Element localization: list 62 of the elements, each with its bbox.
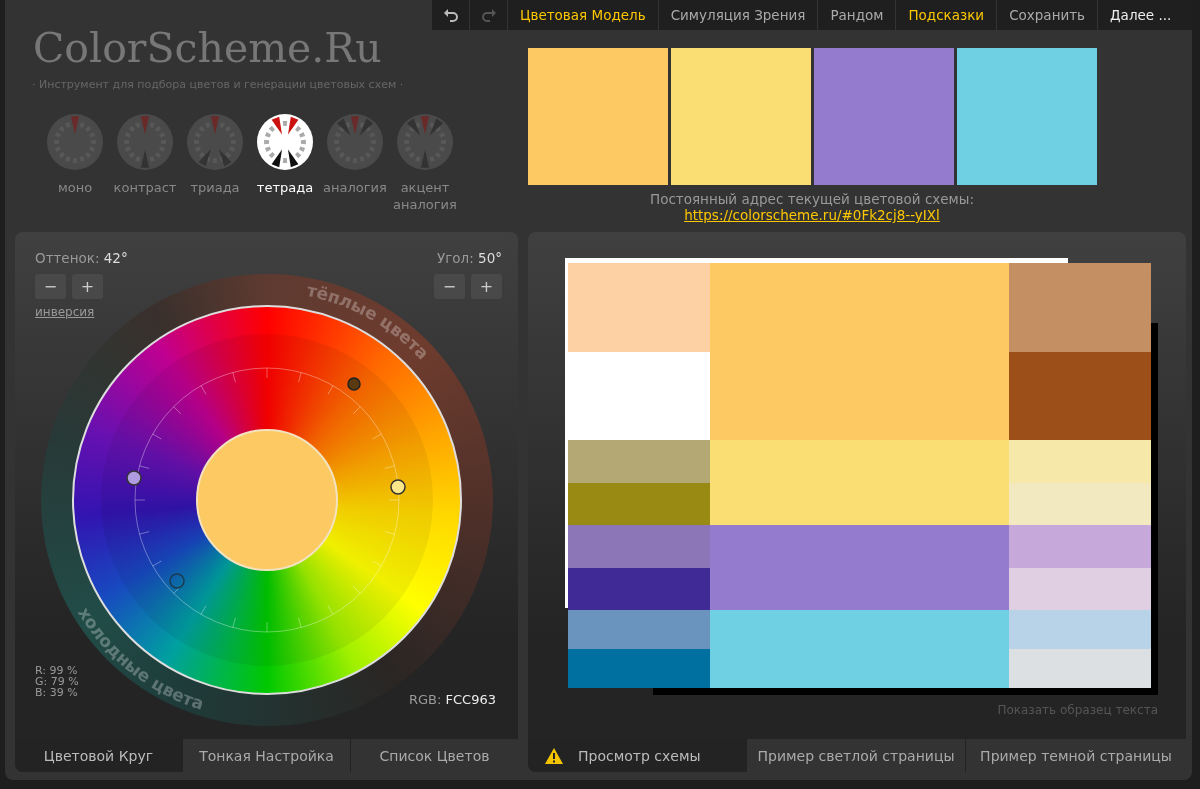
rgb-hex-readout: RGB: FCC963 [409, 692, 496, 707]
permalink-label: Постоянный адрес текущей цветовой схемы: [650, 191, 974, 207]
color-cell[interactable] [568, 351, 710, 440]
menu-item[interactable]: Подсказки [896, 0, 998, 30]
color-cell[interactable] [568, 567, 710, 610]
color-wheel-icon [396, 113, 454, 171]
angle-label: Угол: 50° [437, 250, 502, 266]
color-cell[interactable] [1009, 610, 1151, 649]
color-cell[interactable] [568, 482, 710, 525]
color-cell[interactable] [568, 263, 710, 352]
panel-tab[interactable]: Список Цветов [350, 739, 518, 772]
color-swatch[interactable] [956, 48, 1097, 185]
color-cell[interactable] [710, 610, 1009, 688]
scheme-type-option[interactable]: аналогия [320, 113, 390, 213]
color-cell[interactable] [1009, 440, 1151, 483]
menu-item[interactable]: Сохранить [997, 0, 1099, 30]
color-swatch[interactable] [813, 48, 954, 185]
color-cell[interactable] [568, 610, 710, 649]
color-cell[interactable] [710, 440, 1009, 525]
wheel-marker[interactable] [125, 470, 142, 486]
color-wheel-icon [46, 113, 104, 171]
scheme-type-option[interactable]: триада [180, 113, 250, 213]
menu-item[interactable]: Цветовая Модель [508, 0, 659, 30]
hue-decrease-button[interactable]: − [35, 274, 66, 299]
angle-increase-button[interactable]: + [471, 274, 502, 299]
wheel-marker[interactable] [389, 479, 406, 495]
permalink-link[interactable]: https://colorscheme.ru/#0Fk2cj8--yIXl [684, 207, 940, 223]
color-wheel-icon [186, 113, 244, 171]
color-wheel-icon [116, 113, 174, 171]
color-cell[interactable] [1009, 649, 1151, 688]
wheel-marker[interactable] [168, 573, 185, 589]
panel-tab[interactable]: Пример темной страницы [965, 739, 1186, 772]
scheme-type-option[interactable]: акцент аналогия [390, 113, 460, 213]
color-wheel-icon [326, 113, 384, 171]
color-cell[interactable] [1009, 567, 1151, 610]
redo-icon [480, 8, 497, 22]
color-cell[interactable] [1009, 351, 1151, 440]
color-cell[interactable] [568, 649, 710, 688]
color-cell[interactable] [568, 440, 710, 483]
scheme-type-option[interactable]: контраст [110, 113, 180, 213]
color-swatch[interactable] [670, 48, 811, 185]
color-swatch[interactable] [527, 48, 668, 185]
panel-tab[interactable]: Тонкая Настройка [182, 739, 350, 772]
color-cell[interactable] [1009, 263, 1151, 352]
color-cell[interactable] [710, 263, 1009, 440]
hue-label: Оттенок: 42° [35, 250, 128, 266]
menu-item[interactable]: Далее ... [1098, 0, 1178, 30]
hue-increase-button[interactable]: + [72, 274, 103, 299]
angle-decrease-button[interactable]: − [434, 274, 465, 299]
color-cell[interactable] [1009, 525, 1151, 568]
color-cell[interactable] [710, 525, 1009, 610]
color-wheel-icon [256, 113, 314, 171]
color-cell[interactable] [1009, 482, 1151, 525]
scheme-type-option[interactable]: тетрада [250, 113, 320, 213]
scheme-type-option[interactable]: моно [40, 113, 110, 213]
site-logo[interactable]: ColorScheme.Ru [25, 24, 432, 72]
color-cell[interactable] [568, 525, 710, 568]
panel-tab[interactable]: Пример светлой страницы [746, 739, 965, 772]
menu-item[interactable]: Рандом [818, 0, 897, 30]
menu-item[interactable]: Симуляция Зрения [658, 0, 819, 30]
wheel-marker[interactable] [346, 377, 361, 391]
undo-icon [442, 8, 459, 22]
